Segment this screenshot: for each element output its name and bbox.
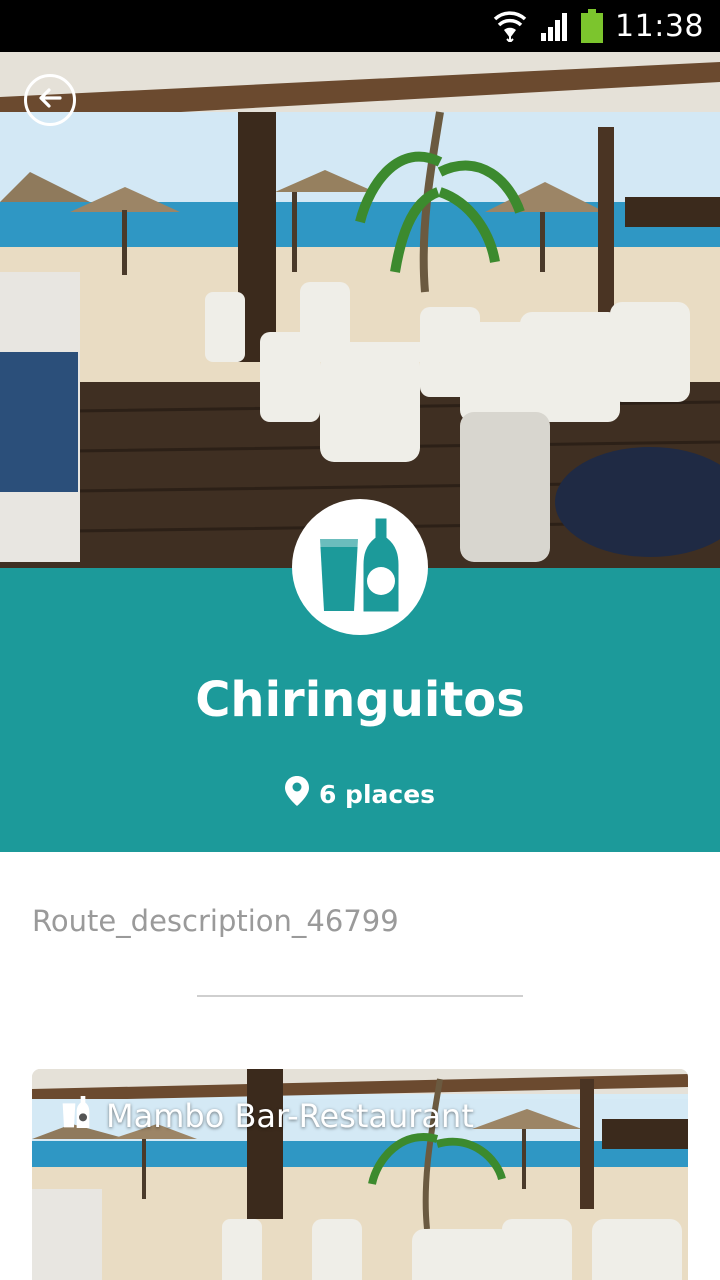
place-name: Mambo Bar-Restaurant: [106, 1097, 474, 1135]
place-card-title: Mambo Bar-Restaurant: [62, 1095, 474, 1137]
location-pin-icon: [284, 776, 309, 812]
drinks-icon: [318, 515, 402, 620]
category-title: Chiringuitos: [195, 672, 525, 728]
battery-icon: [581, 9, 604, 43]
places-count-text: 6 places: [318, 779, 436, 809]
arrow-left-icon: [36, 84, 64, 117]
drinks-icon: [62, 1095, 90, 1137]
signal-icon: [539, 11, 569, 41]
wifi-icon: [493, 10, 527, 42]
beach-bar-photo: [0, 52, 720, 568]
category-badge: [292, 499, 428, 635]
divider: [197, 995, 523, 997]
status-time: 11:38: [615, 8, 704, 44]
status-bar: 11:38: [0, 0, 720, 52]
places-count: 6 places: [0, 776, 720, 812]
back-button[interactable]: [24, 74, 76, 126]
hero-image: [0, 52, 720, 568]
route-description: Route_description_46799: [32, 904, 399, 938]
place-card[interactable]: Mambo Bar-Restaurant: [32, 1069, 688, 1280]
